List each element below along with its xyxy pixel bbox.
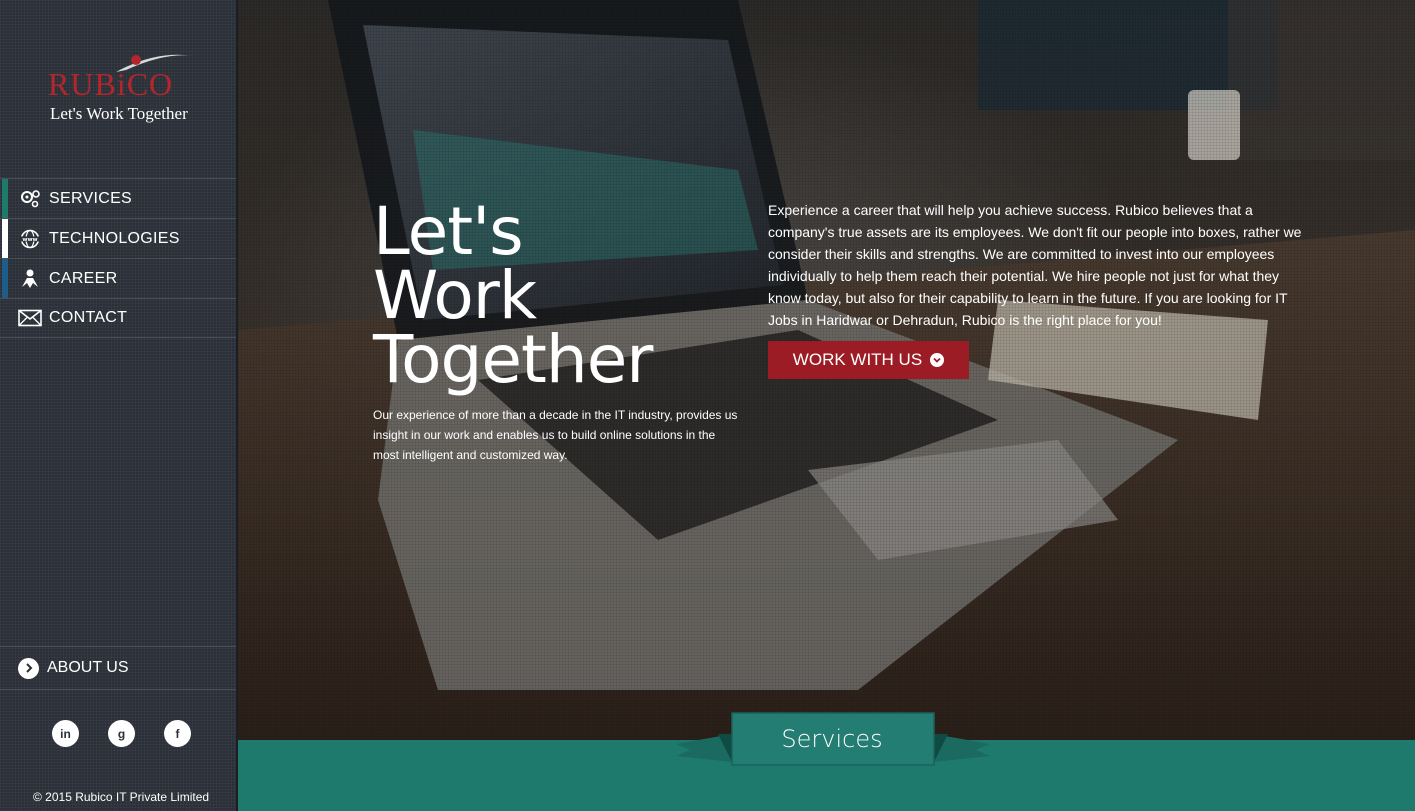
headline-line: Together xyxy=(373,321,653,398)
nav-label: CAREER xyxy=(49,269,118,287)
nav-label: SERVICES xyxy=(49,189,133,207)
logo-wordmark: RUBiCO xyxy=(48,66,174,102)
about-us-label: ABOUT US xyxy=(47,659,129,676)
chevron-right-icon xyxy=(18,657,39,679)
nav-accent-bar xyxy=(2,219,8,258)
rubico-logo[interactable]: RUBiCO Let's Work Together xyxy=(46,48,196,128)
nav-label: CONTACT xyxy=(49,309,128,326)
chevron-down-icon xyxy=(930,353,945,367)
nav-item-services[interactable]: SERVICES xyxy=(0,178,236,218)
person-icon xyxy=(18,269,42,289)
nav-accent-bar xyxy=(2,259,8,298)
facebook-icon[interactable]: f xyxy=(164,720,191,747)
www-globe-icon: www xyxy=(18,229,42,249)
headline-line: Let's xyxy=(373,193,524,270)
gears-icon xyxy=(18,189,42,209)
nav-label: TECHNOLOGIES xyxy=(49,229,180,247)
linkedin-icon[interactable]: in xyxy=(52,720,79,747)
hero-subcopy: Our experience of more than a decade in … xyxy=(373,408,738,462)
logo-tagline: Let's Work Together xyxy=(50,104,188,123)
about-us-link[interactable]: ABOUT US xyxy=(0,646,236,690)
envelope-icon xyxy=(18,308,42,328)
headline-line: Work xyxy=(373,257,537,334)
main-nav: SERVICES www TECHNOLOGIES CAREER CONTACT xyxy=(0,178,236,338)
nav-item-career[interactable]: CAREER xyxy=(0,258,236,298)
nav-item-contact[interactable]: CONTACT xyxy=(0,298,236,338)
career-description: Experience a career that will help you a… xyxy=(768,202,1302,328)
google-plus-icon[interactable]: g xyxy=(108,720,135,747)
sidebar: RUBiCO Let's Work Together SERVICES www … xyxy=(0,0,238,811)
nav-accent-bar xyxy=(2,179,8,218)
hero-headline: Let's Work Together xyxy=(373,193,693,398)
svg-text:www: www xyxy=(22,237,37,243)
social-links: in g f xyxy=(52,720,191,747)
cta-label: WORK WITH US xyxy=(792,350,923,369)
hero-section: Let's Work Together Our experience of mo… xyxy=(238,0,1415,740)
services-ribbon-label[interactable]: Services xyxy=(732,713,932,765)
work-with-us-button[interactable]: WORK WITH US xyxy=(768,341,969,379)
copyright-text: © 2015 Rubico IT Private Limited xyxy=(33,790,210,804)
nav-item-technologies[interactable]: www TECHNOLOGIES xyxy=(0,218,236,258)
